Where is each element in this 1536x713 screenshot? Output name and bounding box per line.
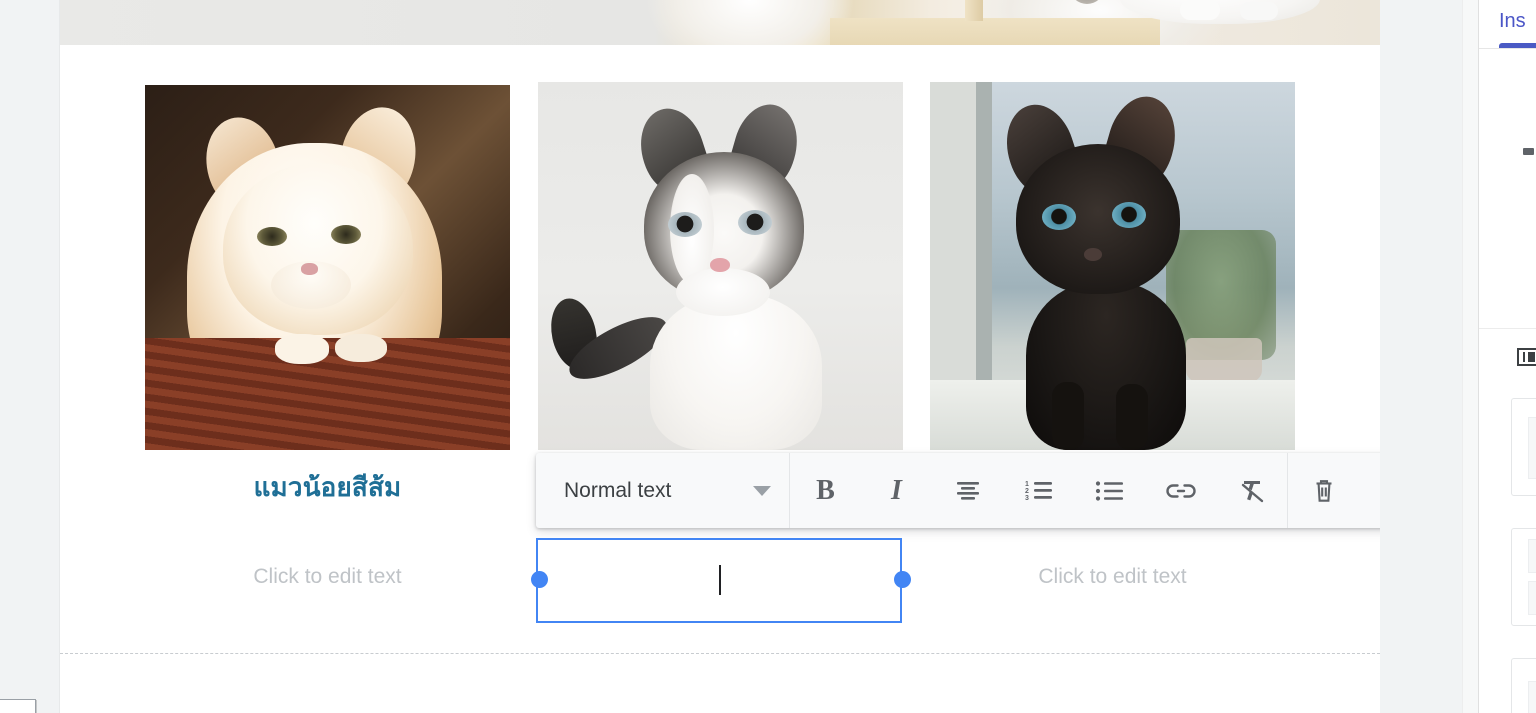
panel-widget-chip[interactable] — [1523, 148, 1534, 155]
italic-icon: I — [891, 474, 902, 506]
tab-insert[interactable]: Ins — [1499, 10, 1526, 33]
insert-panel-tabbar: Ins — [1479, 0, 1536, 49]
layout-thumb-2a — [1528, 539, 1536, 573]
panel-section-divider — [1479, 328, 1536, 329]
workspace-left-gutter — [0, 0, 60, 713]
numbered-list-button[interactable]: 1 2 3 — [1003, 453, 1074, 528]
image2-chest — [650, 294, 822, 450]
link-icon — [1165, 483, 1196, 498]
bold-icon: B — [816, 474, 835, 506]
image2-chin — [676, 268, 770, 316]
align-center-icon — [956, 481, 979, 500]
layout-thumb-2b — [1528, 581, 1536, 615]
image3-nose — [1084, 248, 1102, 261]
text-cursor — [719, 565, 721, 595]
image-kitten-black-and-white[interactable] — [538, 82, 903, 450]
layout-thumb-1 — [1528, 417, 1536, 479]
layout-icon — [1517, 348, 1536, 366]
text-style-dropdown[interactable]: Normal text — [536, 453, 790, 528]
banner-image-cat-on-shelf[interactable] — [60, 0, 1380, 45]
resize-handle-right[interactable] — [894, 571, 911, 588]
bulleted-list-icon — [1095, 480, 1123, 501]
text-placeholder-column-3[interactable]: Click to edit text — [930, 565, 1295, 589]
text-placeholder-column-1[interactable]: Click to edit text — [145, 565, 510, 589]
section-divider — [60, 653, 1380, 654]
insert-panel[interactable]: Ins — [1478, 0, 1536, 713]
delete-button[interactable] — [1288, 453, 1359, 528]
slide-thumbnail-edge[interactable] — [0, 699, 36, 713]
svg-text:2: 2 — [1025, 488, 1029, 495]
image3-chest — [1026, 282, 1186, 450]
image2-eye-left — [668, 212, 702, 237]
chevron-down-icon — [753, 485, 771, 496]
svg-text:1: 1 — [1025, 481, 1029, 488]
svg-text:3: 3 — [1025, 495, 1029, 502]
layout-card-single-image[interactable] — [1511, 398, 1536, 496]
image1-eye-left — [257, 227, 287, 246]
italic-button[interactable]: I — [861, 453, 932, 528]
align-button[interactable] — [932, 453, 1003, 528]
trash-icon — [1316, 479, 1331, 502]
bold-button[interactable]: B — [790, 453, 861, 528]
banner-photo — [60, 0, 1380, 45]
banner-post-shape — [965, 0, 983, 21]
floating-text-toolbar[interactable]: Normal text B I 1 2 3 — [536, 453, 1430, 528]
banner-cat-head-shape — [1070, 0, 1104, 4]
insert-link-button[interactable] — [1145, 453, 1216, 528]
bulleted-list-button[interactable] — [1074, 453, 1145, 528]
canvas-scrollbar-track[interactable] — [1462, 0, 1479, 713]
image1-eye-right — [331, 225, 361, 244]
resize-handle-left[interactable] — [531, 571, 548, 588]
image3-pot — [1186, 338, 1262, 382]
image-kitten-orange-in-basket[interactable] — [145, 85, 510, 450]
text-style-label: Normal text — [564, 478, 672, 502]
banner-shelf-shape — [830, 18, 1160, 45]
banner-paw-left — [1180, 0, 1220, 20]
image-kitten-black-at-window[interactable] — [930, 82, 1295, 450]
image1-head — [223, 163, 413, 335]
image3-leg-right — [1116, 384, 1148, 450]
formatting-button-group: B I 1 2 3 — [790, 453, 1287, 528]
clear-formatting-icon — [1241, 480, 1263, 502]
image2-eye-right — [738, 210, 772, 235]
image3-head — [1016, 144, 1180, 294]
layout-card-third[interactable] — [1511, 658, 1536, 713]
image3-eye-right — [1112, 202, 1146, 228]
image1-paw-right — [335, 334, 387, 362]
caption-column-1[interactable]: แมวน้อยสีส้ม — [145, 470, 510, 505]
slides-editor: แมวน้อยสีส้ม Click to edit text Click to… — [0, 0, 1536, 713]
banner-paw-right — [1240, 2, 1278, 20]
tab-active-indicator — [1499, 43, 1536, 48]
clear-formatting-button[interactable] — [1216, 453, 1287, 528]
image2-nose — [710, 258, 730, 272]
layout-card-two-images[interactable] — [1511, 528, 1536, 626]
layout-thumb-3 — [1528, 681, 1536, 713]
image1-nose — [301, 263, 318, 275]
image1-paw-left — [275, 334, 329, 364]
image3-eye-left — [1042, 204, 1076, 230]
image3-leg-left — [1052, 382, 1084, 450]
numbered-list-icon: 1 2 3 — [1025, 481, 1052, 502]
